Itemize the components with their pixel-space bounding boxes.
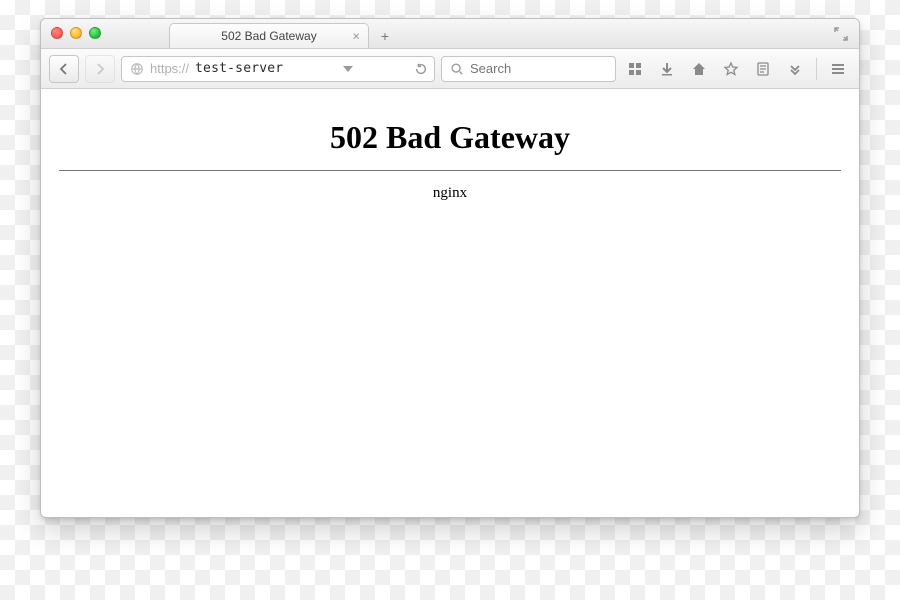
search-icon (450, 62, 464, 76)
search-bar[interactable] (441, 56, 616, 82)
url-host: test-server (195, 61, 283, 76)
back-button[interactable] (49, 55, 79, 83)
page-content: 502 Bad Gateway nginx (41, 89, 859, 517)
close-window-button[interactable] (51, 27, 63, 39)
zoom-window-button[interactable] (89, 27, 101, 39)
bookmark-star-button[interactable] (718, 56, 744, 82)
new-tab-button[interactable]: + (373, 25, 397, 47)
home-button[interactable] (686, 56, 712, 82)
tab-title: 502 Bad Gateway (221, 29, 316, 43)
close-tab-button[interactable]: × (352, 29, 360, 44)
search-input[interactable] (470, 61, 607, 76)
window-controls (51, 27, 101, 39)
site-identity-icon[interactable] (130, 62, 144, 76)
nav-toolbar: https:// test-server (41, 49, 859, 89)
reading-list-button[interactable] (750, 56, 776, 82)
minimize-window-button[interactable] (70, 27, 82, 39)
url-history-dropdown[interactable] (343, 66, 353, 72)
browser-window: 502 Bad Gateway × + (40, 18, 860, 518)
reload-button[interactable] (414, 62, 428, 76)
tab-active[interactable]: 502 Bad Gateway × (169, 23, 369, 48)
divider (59, 170, 841, 171)
tiles-view-button[interactable] (622, 56, 648, 82)
downloads-button[interactable] (654, 56, 680, 82)
url-scheme: https:// (150, 61, 189, 76)
titlebar: 502 Bad Gateway × + (41, 19, 859, 49)
fullscreen-button[interactable] (833, 26, 849, 42)
toolbar-separator (816, 58, 817, 80)
url-bar[interactable]: https:// test-server (121, 56, 435, 82)
menu-button[interactable] (825, 56, 851, 82)
error-heading: 502 Bad Gateway (59, 119, 841, 156)
server-name: nginx (59, 185, 841, 202)
overflow-button[interactable] (782, 56, 808, 82)
tab-strip: 502 Bad Gateway × + (169, 19, 397, 48)
forward-button[interactable] (85, 55, 115, 83)
